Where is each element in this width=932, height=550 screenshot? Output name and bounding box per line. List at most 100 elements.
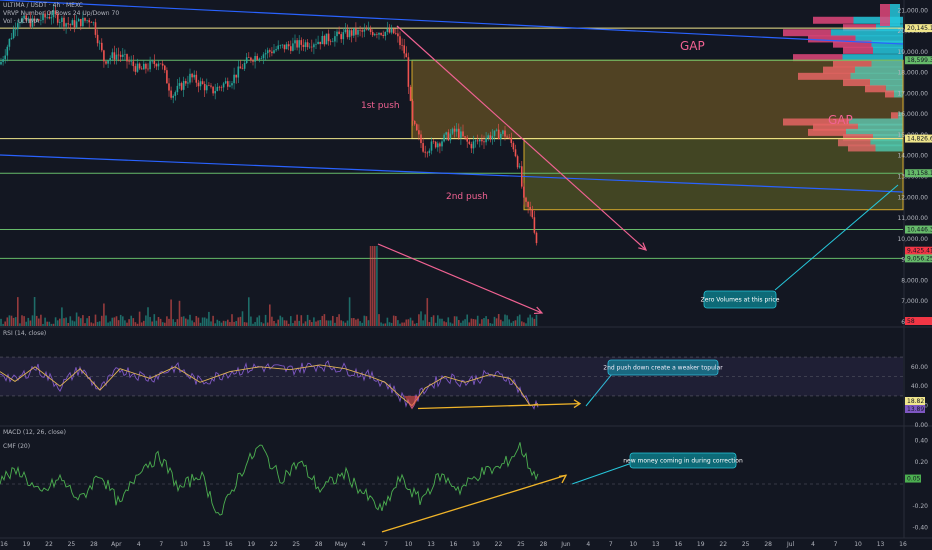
volume-bar	[327, 320, 330, 326]
volume-bar	[27, 317, 30, 326]
candle-body	[180, 83, 183, 90]
volume-bar	[531, 317, 534, 326]
volume-bar	[468, 322, 471, 326]
candle-body	[239, 66, 242, 69]
candle-body	[250, 57, 252, 61]
candle-body	[502, 130, 504, 134]
candle-body	[332, 41, 334, 43]
candle-body	[319, 41, 321, 45]
candle-body	[159, 63, 162, 65]
time-axis-label: 25	[517, 541, 525, 548]
candle-body	[187, 82, 189, 84]
candle-body	[84, 17, 86, 21]
volume-bar	[14, 317, 17, 326]
candle-body	[82, 17, 84, 27]
volume-bar	[214, 323, 216, 326]
candle-body	[285, 44, 288, 50]
volume-bar	[269, 304, 271, 326]
candle-body	[468, 141, 471, 144]
candle-body	[166, 70, 168, 84]
volume-bar	[155, 320, 158, 326]
candle-body	[500, 133, 502, 140]
volume-bar	[495, 318, 498, 326]
volume-bar	[481, 319, 483, 326]
volume-bar	[124, 320, 126, 326]
candle-body	[193, 74, 195, 78]
candle-body	[340, 34, 342, 40]
volume-profile-up	[831, 29, 903, 37]
candle-body	[311, 46, 313, 48]
candle-body	[441, 141, 443, 147]
candle-body	[359, 29, 361, 31]
volume-title: Vol · ULTIMA	[3, 18, 40, 25]
time-axis-label: 7	[834, 541, 838, 548]
candle-body	[115, 54, 118, 60]
volume-bar	[407, 319, 410, 326]
volume-bar	[187, 319, 189, 326]
volume-bar	[275, 323, 277, 326]
candle-body	[86, 20, 88, 21]
candle-body	[222, 83, 225, 88]
volume-bar	[33, 297, 36, 326]
candle-body	[476, 140, 479, 142]
macd-title: MACD (12, 26, close)	[3, 429, 66, 436]
chart-canvas[interactable]: GAP GAP 1st push 2nd push Zero Volumes at th…	[0, 0, 932, 550]
volume-bar	[508, 319, 510, 326]
time-axis-label: 10	[405, 541, 413, 548]
volume-bar	[82, 315, 84, 326]
volume-bar	[378, 314, 380, 326]
volume-bar	[174, 322, 177, 326]
candle-body	[407, 57, 410, 87]
candle-body	[40, 20, 42, 21]
candle-body	[149, 61, 151, 70]
candle-body	[185, 81, 187, 84]
volume-bar	[441, 318, 443, 326]
volume-bar	[42, 323, 44, 326]
volume-bar	[369, 246, 372, 326]
price-tick-label: 16,000.00	[897, 111, 928, 118]
volume-bar	[195, 316, 198, 326]
candle-body	[101, 42, 103, 51]
volume-bar	[323, 314, 326, 326]
volume-bar	[235, 321, 237, 326]
candle-body	[308, 46, 311, 48]
volume-bar	[21, 315, 23, 326]
volume-bar	[395, 316, 397, 326]
candle-body	[283, 44, 286, 50]
cmf-note-text: new money coming in during correction	[623, 458, 743, 465]
candle-body	[329, 41, 332, 42]
candle-body	[161, 63, 164, 66]
volume-bar	[166, 316, 168, 326]
volume-bar	[12, 317, 15, 326]
candle-body	[472, 141, 475, 149]
candle-body	[479, 139, 481, 142]
volume-bar	[29, 320, 32, 326]
volume-bar	[180, 316, 183, 326]
volume-bar	[390, 322, 393, 326]
candle-body	[374, 34, 376, 36]
candle-body	[269, 50, 271, 52]
volume-bar	[338, 314, 340, 326]
candle-body	[73, 20, 76, 28]
volume-bar	[239, 316, 242, 326]
candle-body	[122, 54, 124, 57]
candle-body	[302, 44, 305, 48]
candle-body	[214, 90, 216, 94]
volume-bar	[252, 323, 254, 326]
volume-bar	[168, 318, 170, 326]
volume-bar	[84, 323, 86, 326]
candle-body	[147, 68, 149, 70]
candle-body	[168, 83, 170, 91]
volume-bar	[350, 318, 353, 326]
time-axis-label: 13	[427, 541, 435, 548]
volume-bar	[281, 317, 284, 326]
candle-body	[430, 141, 433, 151]
volume-bar	[151, 321, 153, 326]
candle-body	[306, 42, 309, 48]
volume-bar	[279, 315, 282, 326]
candle-body	[334, 36, 336, 42]
cmf-tick-label: -0.20	[912, 503, 928, 510]
volume-bar	[254, 322, 256, 326]
candle-body	[437, 143, 439, 148]
volume-bar	[460, 322, 462, 326]
